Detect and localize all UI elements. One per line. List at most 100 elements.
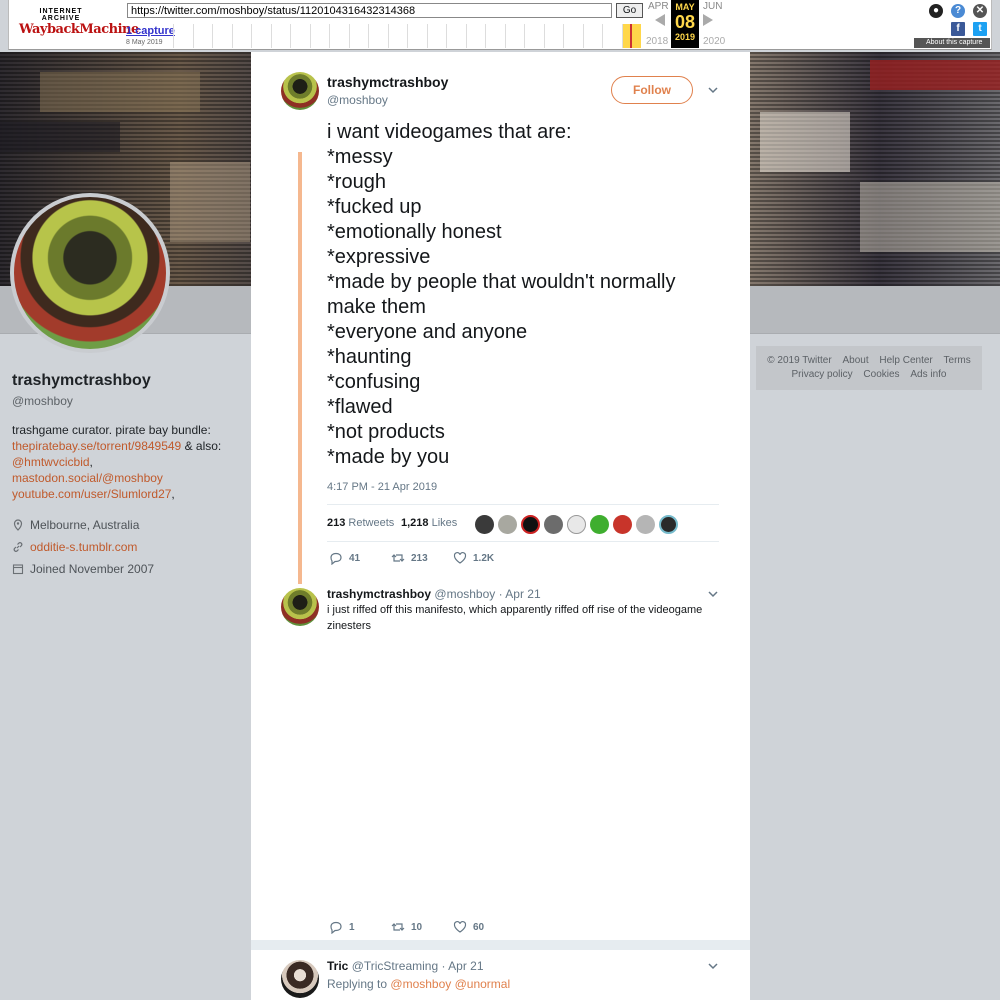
bio-link-mastodon[interactable]: mastodon.social/@moshboy <box>12 471 163 485</box>
profile-location: Melbourne, Australia <box>12 514 242 536</box>
wayback-selected-month[interactable] <box>621 24 641 48</box>
footer-cookies-link[interactable]: Cookies <box>863 369 899 380</box>
reply-author-handle[interactable]: @moshboy <box>434 587 495 601</box>
chevron-down-icon[interactable] <box>708 85 718 95</box>
tweet-timestamp[interactable]: 4:17 PM - 21 Apr 2019 <box>327 481 437 493</box>
tweet-line: *rough <box>327 171 386 193</box>
like-count: 60 <box>473 921 485 933</box>
bio-link-youtube[interactable]: youtube.com/user/Slumlord27 <box>12 487 171 501</box>
tweet-permalink-modal: trashymctrashboy @moshboy Follow i want … <box>251 52 750 1000</box>
liker-avatar[interactable] <box>636 515 655 534</box>
reply-author-avatar[interactable] <box>281 588 319 626</box>
profile-bio: trashgame curator. pirate bay bundle: th… <box>12 422 242 502</box>
reply-icon <box>330 921 342 934</box>
heart-icon <box>453 920 467 933</box>
user-account-icon[interactable]: ● <box>929 4 943 18</box>
wayback-current-day: 08 <box>674 12 696 32</box>
retweet-count: 213 <box>411 552 428 564</box>
twitter-share-icon[interactable]: t <box>973 22 987 36</box>
footer-ads-link[interactable]: Ads info <box>910 369 946 380</box>
about-capture-label: About this capture <box>926 39 983 46</box>
retweet-action[interactable]: 213 <box>391 551 453 565</box>
profile-website: odditie-s.tumblr.com <box>12 536 242 558</box>
wayback-next-arrow-icon[interactable] <box>703 14 713 26</box>
liker-avatar[interactable] <box>613 515 632 534</box>
close-icon[interactable]: ✕ <box>973 4 987 18</box>
bio-link-piratebay[interactable]: thepiratebay.se/torrent/9849549 <box>12 439 181 453</box>
wayback-prev-month[interactable]: APR <box>648 1 669 12</box>
wayback-prev-arrow-icon[interactable] <box>655 14 665 26</box>
joined-text: Joined November 2007 <box>30 562 155 576</box>
wayback-go-button[interactable]: Go <box>616 3 643 18</box>
replying-to: Replying to @moshboy @unormal <box>327 977 510 991</box>
liker-avatar[interactable] <box>544 515 563 534</box>
liker-avatar[interactable] <box>590 515 609 534</box>
retweets-stat[interactable]: 213 Retweets <box>327 517 394 529</box>
bio-text-mid: & also: <box>181 439 222 453</box>
reply-author-avatar[interactable] <box>281 960 319 998</box>
footer-terms-link[interactable]: Terms <box>944 355 971 366</box>
retweets-stat-count: 213 <box>327 517 346 529</box>
chevron-down-icon[interactable] <box>708 589 718 599</box>
retweet-action[interactable]: 10 <box>391 920 453 934</box>
profile-name[interactable]: trashymctrashboy <box>12 372 242 390</box>
tweet-line: i want videogames that are: <box>327 121 572 143</box>
replying-to-label: Replying to <box>327 977 388 991</box>
reply-actions: 1 10 60 <box>329 920 515 934</box>
help-icon[interactable]: ? <box>951 4 965 18</box>
footer-help-link[interactable]: Help Center <box>879 355 932 366</box>
tweet-author-avatar[interactable] <box>281 72 319 110</box>
wayback-url-input[interactable] <box>127 3 612 18</box>
facebook-share-icon[interactable]: f <box>951 22 965 36</box>
wayback-sparkline[interactable] <box>173 24 641 48</box>
like-action[interactable]: 1.2K <box>453 551 515 565</box>
chevron-down-icon[interactable] <box>708 961 718 971</box>
liker-avatar[interactable] <box>659 515 678 534</box>
liker-avatar[interactable] <box>567 515 586 534</box>
wayback-logo[interactable]: INTERNET ARCHIVE WaybackMachine <box>19 8 139 38</box>
wayback-current-year: 2019 <box>674 32 696 42</box>
tweet-line: *expressive <box>327 246 431 268</box>
thread-connector-line <box>298 152 302 584</box>
profile-handle: @moshboy <box>12 394 73 408</box>
heart-icon <box>453 551 467 564</box>
liker-avatar[interactable] <box>521 515 540 534</box>
reply-date[interactable]: · Apr 21 <box>499 587 541 601</box>
reply-date[interactable]: · Apr 21 <box>441 959 483 973</box>
tweet-line: make them <box>327 296 426 318</box>
reply-author-handle[interactable]: @TricStreaming <box>352 959 438 973</box>
tweet-line: *messy <box>327 146 393 168</box>
wayback-captures-link[interactable]: 1 capture <box>126 25 175 37</box>
tweet-line: *confusing <box>327 371 421 393</box>
retweet-count: 10 <box>411 921 423 933</box>
wayback-current-date: MAY 08 2019 <box>671 0 699 48</box>
tweet-author-handle[interactable]: @moshboy <box>327 93 388 107</box>
liker-avatar[interactable] <box>498 515 517 534</box>
reply-author-name[interactable]: trashymctrashboy <box>327 587 431 601</box>
reply-action[interactable]: 41 <box>329 551 391 565</box>
link-icon <box>13 542 23 552</box>
tweet-author-name[interactable]: trashymctrashboy <box>327 74 448 90</box>
footer-privacy-link[interactable]: Privacy policy <box>792 369 853 380</box>
wayback-logo-top: INTERNET ARCHIVE <box>39 8 83 22</box>
reply-action[interactable]: 1 <box>329 920 391 934</box>
profile-avatar[interactable] <box>10 193 170 353</box>
footer-copyright: © 2019 Twitter <box>767 355 832 366</box>
wayback-next-year[interactable]: 2020 <box>703 36 725 47</box>
location-pin-icon <box>13 519 23 531</box>
liker-avatar[interactable] <box>475 515 494 534</box>
bio-text: trashgame curator. pirate bay bundle: <box>12 423 211 437</box>
wayback-next-month[interactable]: JUN <box>703 1 722 12</box>
wayback-about-capture[interactable]: About this capture <box>914 38 990 48</box>
replying-to-handles[interactable]: @moshboy @unormal <box>390 977 510 991</box>
wayback-prev-year[interactable]: 2018 <box>646 36 668 47</box>
wayback-logo-main: WaybackMachine <box>19 22 139 37</box>
website-link[interactable]: odditie-s.tumblr.com <box>30 540 137 554</box>
reply-author-name[interactable]: Tric <box>327 959 348 973</box>
follow-button[interactable]: Follow <box>611 76 693 104</box>
like-action[interactable]: 60 <box>453 920 515 934</box>
reply-divider <box>251 940 750 950</box>
bio-link-hmtwvcicbid[interactable]: @hmtwvcicbid <box>12 455 90 469</box>
footer-about-link[interactable]: About <box>842 355 868 366</box>
likes-stat[interactable]: 1,218 Likes <box>401 517 457 529</box>
